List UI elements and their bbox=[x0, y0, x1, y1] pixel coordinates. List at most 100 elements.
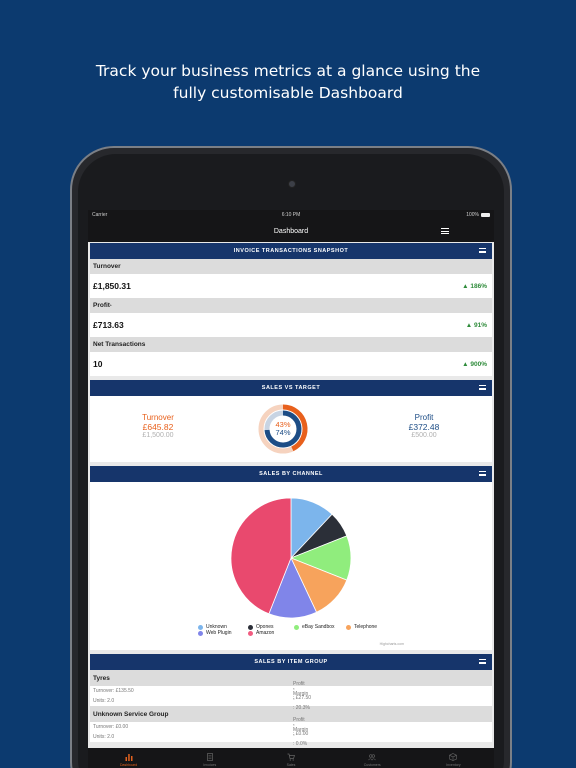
channel-pie-chart bbox=[230, 497, 352, 619]
legend-dot bbox=[248, 630, 253, 636]
legend-dot bbox=[198, 630, 203, 636]
group-profit-label: Profit bbox=[293, 716, 305, 723]
camera-icon bbox=[288, 180, 296, 188]
legend-item-ebay-sandbox[interactable]: eBay Sandbox bbox=[294, 624, 335, 630]
sales-vs-target-body: Turnover £645.82 £1,500.00 43% 74% Profi… bbox=[90, 396, 492, 462]
legend-label: Amazon bbox=[256, 630, 275, 636]
legend-label: Telephone bbox=[354, 624, 378, 630]
tab-invoices[interactable]: Invoices bbox=[169, 748, 250, 768]
status-bar: Carrier 6:10 PM 100% bbox=[88, 210, 494, 220]
sales-by-channel-body: Unknown Opones eBay Sandbox Telephone We… bbox=[90, 482, 492, 650]
turnover-label-text: Turnover bbox=[93, 263, 121, 270]
legend-label: Web Plugin bbox=[206, 630, 232, 636]
tab-label: Dashboard bbox=[120, 763, 138, 767]
sales-by-channel-card: SALES BY CHANNEL Unknown Opones eBay San… bbox=[90, 466, 492, 650]
tab-label: Customers bbox=[363, 763, 381, 767]
group-margin-label: Margin bbox=[293, 726, 309, 733]
sales-by-item-group-card: SALES BY ITEM GROUP Tyres Turnover: £135… bbox=[90, 654, 492, 748]
group-name-tyres: Tyres bbox=[90, 670, 492, 686]
group-name-unknown-service: Unknown Service Group bbox=[90, 706, 492, 722]
page-title: Dashboard bbox=[273, 227, 309, 235]
group-units: Units: 2.0 bbox=[93, 734, 115, 740]
headline-line-1: Track your business metrics at a glance … bbox=[95, 62, 481, 80]
profit-target-block: Profit £372.48 £500.00 bbox=[376, 413, 472, 439]
group-profit-label: Profit bbox=[293, 680, 305, 687]
headline-line-2: fully customisable Dashboard bbox=[173, 84, 403, 102]
legend-label: eBay Sandbox bbox=[302, 624, 335, 630]
legend-dot bbox=[294, 624, 299, 630]
group-margin-value: : 0.0% bbox=[293, 741, 308, 748]
tab-customers[interactable]: Customers bbox=[332, 748, 413, 768]
tab-sales[interactable]: Sales bbox=[250, 748, 331, 768]
profit-pct: 74% bbox=[275, 428, 290, 437]
snapshot-menu-icon[interactable] bbox=[479, 248, 486, 253]
turnover-change: ▲ 186% bbox=[462, 282, 487, 290]
svt-profit-value: £372.48 bbox=[408, 422, 440, 432]
group-row: Turnover: £0.00 Profit *: £0.00 bbox=[90, 717, 492, 738]
legend-dot bbox=[198, 624, 203, 630]
legend-item-telephone[interactable]: Telephone bbox=[346, 624, 377, 630]
profit-asterisk: * bbox=[109, 303, 112, 308]
profit-change-text: 91% bbox=[473, 321, 487, 329]
legend-item-amazon[interactable]: Amazon bbox=[248, 630, 274, 636]
snapshot-card: INVOICE TRANSACTIONS SNAPSHOT Turnover £… bbox=[90, 243, 492, 376]
sales-by-channel-menu-icon[interactable] bbox=[479, 471, 486, 476]
turnover-row: £1,850.31 ▲ 186% bbox=[90, 274, 492, 298]
snapshot-title: INVOICE TRANSACTIONS SNAPSHOT bbox=[233, 248, 349, 254]
legend-dot bbox=[346, 624, 351, 630]
sales-by-item-group-menu-icon[interactable] bbox=[479, 659, 486, 664]
status-time: 6:10 PM bbox=[281, 212, 301, 218]
tab-label: Sales bbox=[286, 763, 296, 767]
turnover-value: £1,850.31 bbox=[93, 281, 131, 291]
group-margin: Margin *: 0.0% bbox=[293, 726, 309, 748]
turnover-label: Turnover bbox=[90, 259, 492, 274]
turnover-target-block: Turnover £645.82 £1,500.00 bbox=[110, 413, 206, 439]
sales-by-item-group-title: SALES BY ITEM GROUP bbox=[254, 659, 328, 665]
turnover-change-text: 186% bbox=[470, 282, 487, 290]
profit-label: Profit * bbox=[90, 298, 492, 313]
sales-by-item-group-header: SALES BY ITEM GROUP bbox=[90, 654, 492, 670]
legend-item-web-plugin[interactable]: Web Plugin bbox=[198, 630, 231, 636]
group-row: Units: 2.0 Margin *: 20.3% bbox=[90, 691, 492, 712]
tab-bar: Dashboard Invoices Sales Customers Inven… bbox=[88, 748, 494, 768]
svt-turnover-label: Turnover bbox=[142, 413, 174, 422]
group-units: Units: 2.0 bbox=[93, 698, 115, 704]
net-transactions-row: 10 ▲ 900% bbox=[90, 352, 492, 376]
group-margin: Margin *: 20.3% bbox=[293, 690, 310, 712]
marketing-headline: Track your business metrics at a glance … bbox=[0, 60, 576, 104]
tab-dashboard[interactable]: Dashboard bbox=[88, 748, 169, 768]
sales-by-channel-title: SALES BY CHANNEL bbox=[259, 471, 323, 477]
group-row: Units: 2.0 Margin *: 0.0% bbox=[90, 727, 492, 748]
group-margin-label: Margin bbox=[293, 690, 309, 697]
group-turnover: Turnover: £135.50 bbox=[93, 688, 134, 694]
sales-vs-target-header: SALES VS TARGET bbox=[90, 380, 492, 396]
bar-chart-icon bbox=[125, 754, 133, 761]
tab-label: Inventory bbox=[446, 763, 461, 767]
profit-change: ▲ 91% bbox=[465, 321, 487, 329]
menu-icon[interactable] bbox=[441, 228, 449, 234]
net-transactions-change-text: 900% bbox=[470, 360, 487, 368]
tab-inventory[interactable]: Inventory bbox=[413, 748, 494, 768]
cart-icon bbox=[287, 753, 295, 761]
nav-bar: Dashboard bbox=[88, 220, 494, 242]
sales-vs-target-menu-icon[interactable] bbox=[479, 385, 486, 390]
net-transactions-label: Net Transactions bbox=[90, 337, 492, 352]
sales-vs-target-title: SALES VS TARGET bbox=[261, 385, 321, 391]
tab-label: Invoices bbox=[203, 763, 217, 767]
chart-credits[interactable]: Highcharts.com bbox=[380, 642, 404, 646]
svt-profit-target: £500.00 bbox=[411, 432, 437, 439]
profit-row: £713.63 ▲ 91% bbox=[90, 313, 492, 337]
group-row: Turnover: £135.50 Profit *: £27.50 bbox=[90, 681, 492, 702]
group-margin-value: : 20.3% bbox=[293, 705, 310, 712]
legend-dot bbox=[248, 624, 253, 630]
svt-profit-label: Profit bbox=[414, 413, 434, 422]
people-icon bbox=[368, 754, 376, 761]
svt-turnover-value: £645.82 bbox=[142, 422, 174, 432]
document-icon bbox=[206, 753, 213, 761]
box-icon bbox=[449, 753, 458, 761]
net-transactions-label-text: Net Transactions bbox=[93, 341, 146, 348]
net-transactions-value: 10 bbox=[93, 359, 103, 369]
sales-vs-target-card: SALES VS TARGET Turnover £645.82 £1,500.… bbox=[90, 380, 492, 462]
group-turnover: Turnover: £0.00 bbox=[93, 724, 129, 730]
target-donut: 43% 74% bbox=[258, 404, 308, 454]
